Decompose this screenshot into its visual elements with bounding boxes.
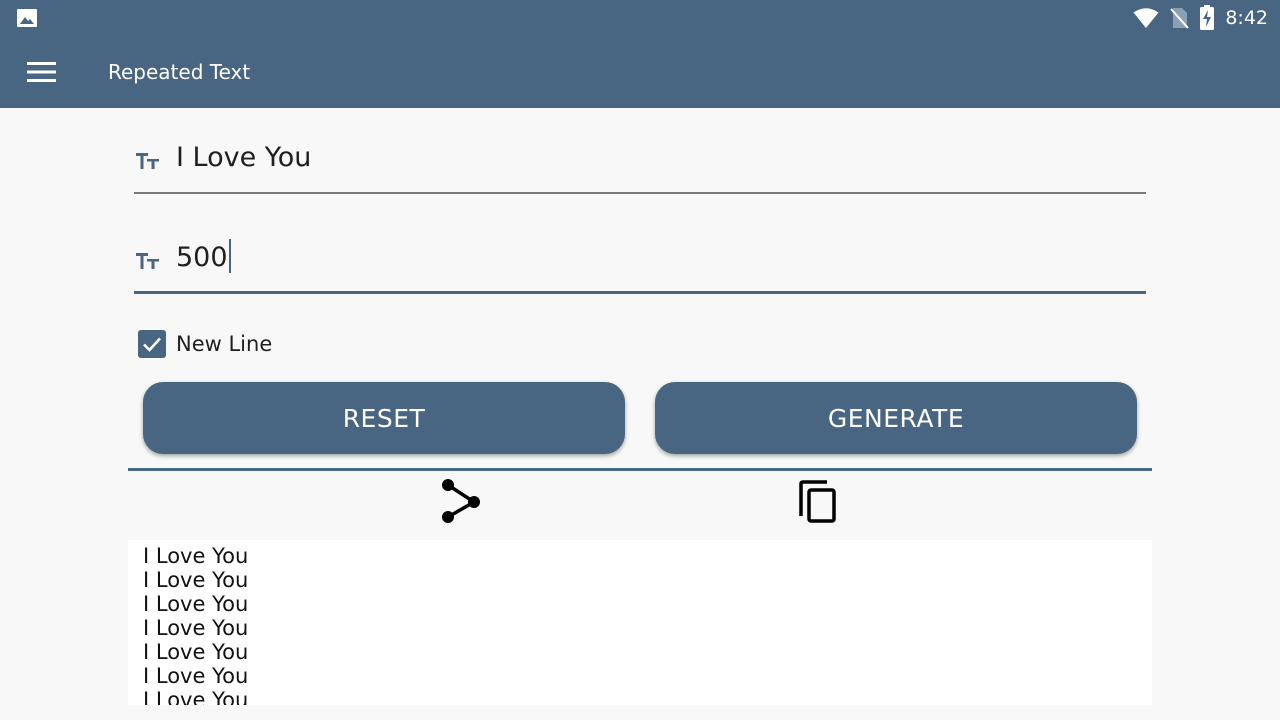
repeat-count-field[interactable]: 500 <box>134 234 1146 294</box>
output-line: I Love You <box>143 640 249 664</box>
battery-charging-icon <box>1200 5 1215 30</box>
status-time: 8:42 <box>1225 7 1268 29</box>
status-bar: 8:42 <box>0 0 1280 36</box>
text-cursor <box>228 238 231 273</box>
hamburger-menu-icon[interactable] <box>24 58 60 86</box>
text-input-underline <box>134 192 1146 194</box>
text-size-icon <box>136 153 159 169</box>
output-line: I Love You <box>143 664 249 688</box>
output-text-area[interactable]: I Love You I Love You I Love You I Love … <box>128 540 1152 705</box>
text-size-icon <box>136 253 159 269</box>
checkmark-icon <box>143 337 161 352</box>
new-line-checkbox-row[interactable]: New Line <box>138 330 272 358</box>
app-title: Repeated Text <box>108 60 251 84</box>
image-notification-icon <box>17 9 37 27</box>
wifi-icon <box>1133 8 1159 28</box>
app-bar: Repeated Text <box>0 36 1280 108</box>
output-line: I Love You <box>143 568 249 592</box>
status-indicators: 8:42 <box>1133 5 1268 31</box>
repeat-count-value-wrap: 500 <box>176 238 231 273</box>
generate-button[interactable]: GENERATE <box>655 382 1137 454</box>
text-input-field[interactable]: I Love You <box>134 134 1146 194</box>
new-line-checkbox[interactable] <box>138 330 166 358</box>
output-line: I Love You <box>143 688 249 705</box>
copy-icon[interactable] <box>796 478 844 526</box>
text-input-value: I Love You <box>176 142 312 173</box>
no-sim-icon <box>1170 8 1190 29</box>
output-line: I Love You <box>143 616 249 640</box>
output-line: I Love You <box>143 592 249 616</box>
new-line-label: New Line <box>176 332 273 356</box>
repeat-count-value: 500 <box>176 242 228 273</box>
repeat-count-underline <box>134 291 1146 294</box>
share-icon[interactable] <box>438 478 486 526</box>
divider <box>128 468 1152 471</box>
output-line: I Love You <box>143 544 249 568</box>
reset-button[interactable]: RESET <box>143 382 625 454</box>
